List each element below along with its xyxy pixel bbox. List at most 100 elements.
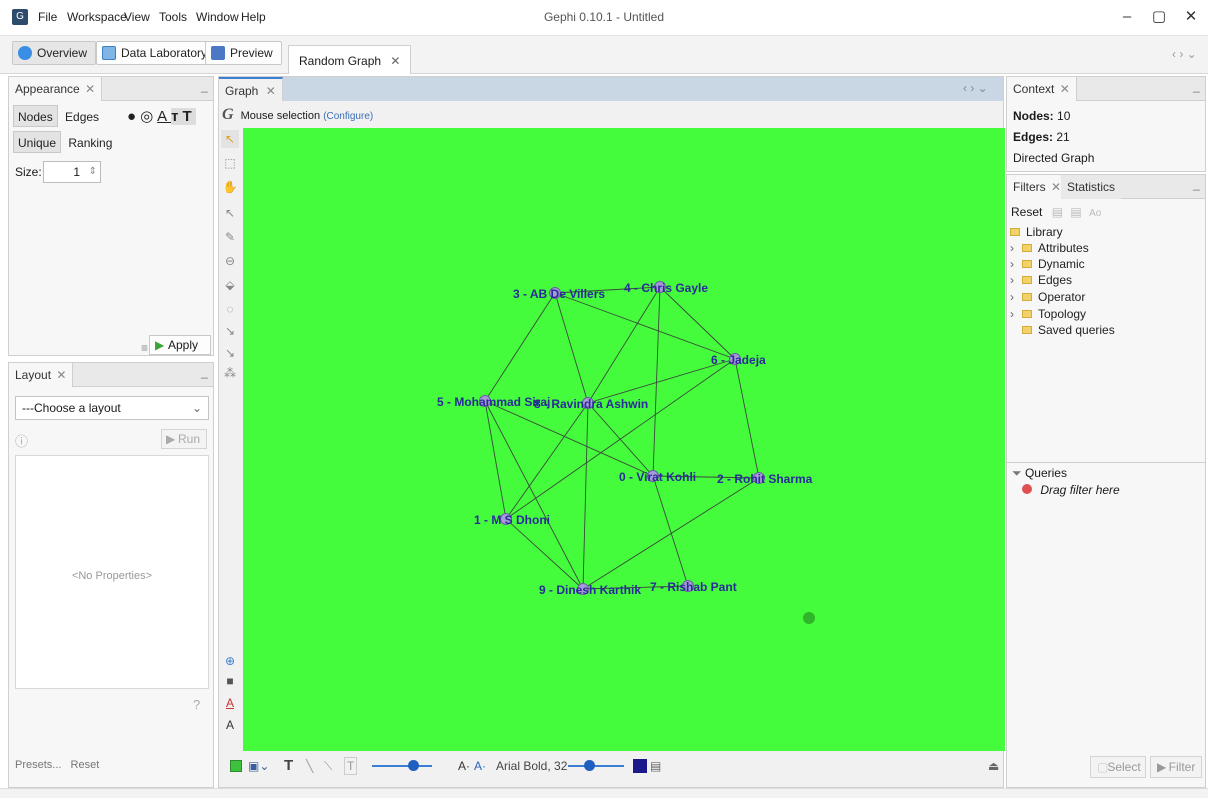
label-color-swatch[interactable] bbox=[633, 759, 647, 773]
window-title: Gephi 0.10.1 - Untitled bbox=[543, 10, 665, 24]
minimize-panel-icon[interactable]: _ bbox=[201, 365, 208, 379]
settings-icon[interactable]: ▤ bbox=[650, 756, 661, 776]
tab-statistics[interactable]: Statistics bbox=[1061, 175, 1122, 199]
minimize-panel-icon[interactable]: _ bbox=[201, 79, 208, 93]
help-pointer-icon[interactable]: ↖ bbox=[221, 204, 239, 222]
shortest-path-icon[interactable]: ◌ bbox=[221, 300, 239, 318]
close-tab-icon[interactable]: ✕ bbox=[390, 54, 400, 68]
show-labels-icon[interactable]: T bbox=[284, 756, 293, 776]
maximize-button[interactable]: ▢ bbox=[1144, 6, 1174, 28]
font-slider-thumb[interactable] bbox=[584, 760, 595, 771]
drop-zone[interactable]: Drag filter here bbox=[1022, 483, 1120, 497]
tab-ranking[interactable]: Ranking bbox=[64, 132, 116, 154]
help-icon[interactable]: ? bbox=[193, 697, 200, 712]
diffusion-icon[interactable]: ⁂ bbox=[221, 364, 239, 382]
reset-button[interactable]: Reset bbox=[1011, 205, 1042, 219]
tab-context[interactable]: Context ✕ bbox=[1007, 77, 1077, 101]
tab-graph[interactable]: Graph ✕ bbox=[219, 77, 283, 101]
preview-button[interactable]: Preview bbox=[205, 41, 282, 65]
zoom-icon[interactable]: ⊕ bbox=[221, 652, 239, 670]
workspace-nav-arrows[interactable]: ‹ › ⌄ bbox=[1172, 47, 1197, 61]
font-scale-slider[interactable] bbox=[568, 765, 624, 767]
close-tab-icon[interactable]: ✕ bbox=[1051, 180, 1061, 194]
decrease-font-icon[interactable]: A· bbox=[458, 756, 470, 776]
tree-attributes[interactable]: › Attributes bbox=[1010, 240, 1089, 256]
status-bar bbox=[0, 788, 1208, 798]
increase-font-icon[interactable]: A· bbox=[474, 756, 486, 776]
minimize-panel-icon[interactable]: _ bbox=[1193, 79, 1200, 93]
export-query-icon[interactable]: ▤ bbox=[1070, 205, 1081, 219]
info-icon[interactable]: ⓘ bbox=[15, 431, 28, 450]
node-color-icon[interactable] bbox=[230, 760, 242, 772]
chevron-right-icon[interactable]: › bbox=[1010, 272, 1022, 288]
chevron-right-icon[interactable]: › bbox=[1010, 240, 1022, 256]
tab-edges[interactable]: Edges bbox=[61, 106, 103, 128]
edge-weight-icon[interactable]: ⟍ bbox=[324, 756, 332, 776]
close-tab-icon[interactable]: ✕ bbox=[85, 82, 95, 96]
overview-button[interactable]: Overview bbox=[12, 41, 97, 65]
drag-tool-icon[interactable]: ✋ bbox=[221, 178, 239, 196]
play-icon: ▶ bbox=[166, 432, 176, 446]
brush-icon[interactable]: ⊖ bbox=[221, 252, 239, 270]
minimize-panel-icon[interactable]: _ bbox=[1193, 177, 1200, 191]
slider-thumb[interactable] bbox=[408, 760, 419, 771]
label-size-icon[interactable]: тT bbox=[171, 108, 196, 125]
layout-select[interactable]: ---Choose a layout ⌄ bbox=[15, 396, 209, 420]
chevron-right-icon[interactable]: › bbox=[1010, 289, 1022, 305]
auto-refresh-icon[interactable]: Ao bbox=[1089, 208, 1101, 219]
expand-icon[interactable]: ⏏ bbox=[988, 756, 999, 776]
tree-dynamic[interactable]: › Dynamic bbox=[1010, 256, 1085, 272]
size-spinner[interactable]: 1 ⇕ bbox=[43, 161, 101, 183]
chevron-right-icon[interactable]: › bbox=[1010, 306, 1022, 322]
close-tab-icon[interactable]: ✕ bbox=[1060, 82, 1070, 96]
close-tab-icon[interactable]: ✕ bbox=[56, 368, 66, 382]
tab-filters[interactable]: Filters ✕ bbox=[1007, 175, 1069, 199]
screenshot-icon[interactable]: ▣⌄ bbox=[248, 756, 269, 776]
edge-labels-icon[interactable]: T bbox=[344, 757, 358, 775]
select-tool-icon[interactable]: ↖ bbox=[221, 130, 239, 148]
close-button[interactable]: ✕ bbox=[1176, 6, 1206, 28]
tab-random-graph[interactable]: Random Graph ✕ bbox=[288, 45, 412, 74]
apply-button[interactable]: ▶ Apply bbox=[149, 335, 211, 355]
background-color-icon[interactable]: ■ bbox=[221, 672, 239, 690]
chevron-right-icon[interactable]: › bbox=[1010, 256, 1022, 272]
rectangle-select-icon[interactable]: ⬚ bbox=[221, 154, 239, 172]
filter-button[interactable]: ▶ Filter bbox=[1150, 756, 1202, 778]
font-color-icon[interactable]: A bbox=[221, 694, 239, 712]
edge-pencil-icon[interactable]: ↘ bbox=[221, 322, 239, 340]
edge-scale-slider[interactable] bbox=[372, 765, 432, 767]
tab-nodes[interactable]: Nodes bbox=[13, 105, 58, 127]
presets-button[interactable]: Presets... bbox=[15, 759, 61, 771]
spinner-arrows-icon[interactable]: ⇕ bbox=[89, 162, 97, 182]
tree-topology[interactable]: › Topology bbox=[1010, 306, 1086, 322]
close-tab-icon[interactable]: ✕ bbox=[266, 84, 276, 98]
pencil-icon[interactable]: ✎ bbox=[221, 228, 239, 246]
sort-icon[interactable]: ≡ bbox=[141, 341, 148, 355]
font-icon[interactable]: A bbox=[221, 716, 239, 734]
save-query-icon[interactable]: ▤ bbox=[1052, 205, 1063, 219]
tab-appearance[interactable]: Appearance ✕ bbox=[9, 77, 103, 101]
node-label-1: 1 - M S Dhoni bbox=[474, 513, 550, 527]
graph-canvas[interactable]: 0 - Virat Kohli 1 - M S Dhoni 2 - Rohit Sh… bbox=[243, 128, 1005, 751]
heat-map-icon[interactable]: ↘ bbox=[221, 344, 239, 362]
select-button[interactable]: ▢ Select bbox=[1090, 756, 1146, 778]
configure-link[interactable]: (Configure) bbox=[323, 111, 373, 122]
color-palette-icon[interactable]: ● bbox=[127, 108, 140, 125]
tree-library[interactable]: Library bbox=[1010, 224, 1063, 240]
queries-label: Queries bbox=[1024, 466, 1067, 480]
edge-line-icon[interactable]: ╲ bbox=[306, 756, 313, 776]
run-button[interactable]: ▶ Run bbox=[161, 429, 207, 449]
font-label[interactable]: Arial Bold, 32 bbox=[496, 756, 567, 776]
tab-layout[interactable]: Layout ✕ bbox=[9, 363, 74, 387]
size-icon[interactable]: ◎ bbox=[140, 108, 157, 125]
label-color-icon[interactable]: A bbox=[157, 108, 171, 125]
tree-operator[interactable]: › Operator bbox=[1010, 289, 1085, 305]
minimize-button[interactable]: – bbox=[1112, 6, 1142, 28]
graph-nav-arrows-icon[interactable]: ‹ › ⌄ bbox=[963, 81, 988, 95]
data-laboratory-button[interactable]: Data Laboratory bbox=[96, 41, 217, 65]
reset-button[interactable]: Reset bbox=[71, 759, 100, 771]
tree-saved-queries[interactable]: Saved queries bbox=[1010, 322, 1115, 338]
paint-bucket-icon[interactable]: ⬙ bbox=[221, 276, 239, 294]
tree-edges[interactable]: › Edges bbox=[1010, 272, 1072, 288]
tab-unique[interactable]: Unique bbox=[13, 131, 62, 153]
